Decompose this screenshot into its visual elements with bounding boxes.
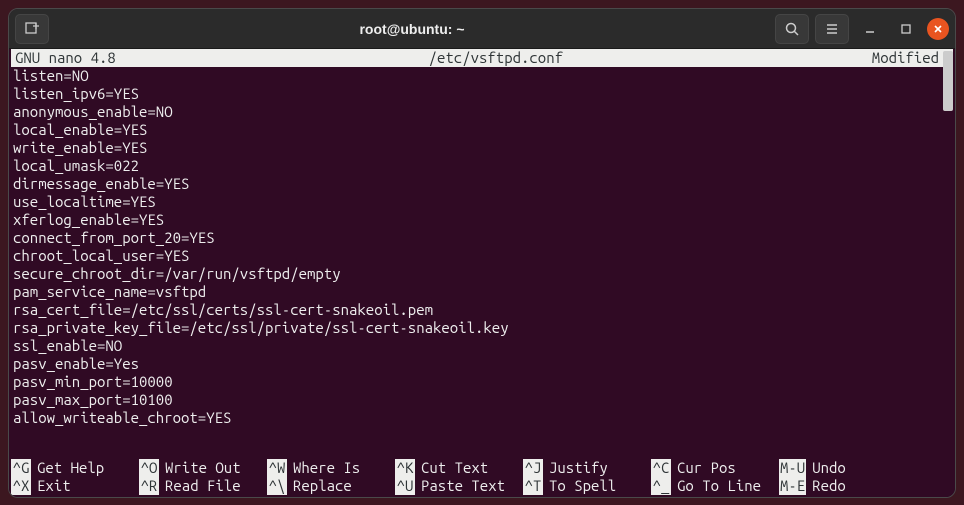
shortcut-label: Exit xyxy=(37,477,71,495)
maximize-icon xyxy=(900,23,912,35)
file-line: pasv_min_port=10000 xyxy=(13,373,951,391)
nano-file-name: /etc/vsftpd.conf xyxy=(120,49,872,67)
shortcut-label: Undo xyxy=(812,459,846,477)
shortcut: M-U Undo xyxy=(779,459,907,477)
shortcut-label: To Spell xyxy=(549,477,616,495)
search-button[interactable] xyxy=(775,14,809,44)
nano-shortcuts: ^G Get Help ^O Write Out ^W Where Is ^K Cut Tex… xyxy=(11,459,953,495)
shortcut: ^X Exit xyxy=(11,477,139,495)
shortcut-label: Redo xyxy=(812,477,846,495)
shortcut-key: ^W xyxy=(267,459,287,477)
close-button[interactable] xyxy=(927,18,949,40)
shortcut-key: ^J xyxy=(523,459,543,477)
shortcut-label: Cut Text xyxy=(421,459,488,477)
shortcut: ^K Cut Text xyxy=(395,459,523,477)
shortcut-label: Paste Text xyxy=(421,477,505,495)
file-line: pam_service_name=vsftpd xyxy=(13,283,951,301)
file-line: xferlog_enable=YES xyxy=(13,211,951,229)
shortcut-label: Replace xyxy=(293,477,352,495)
shortcut-key: M-E xyxy=(779,477,806,495)
minimize-icon xyxy=(864,23,876,35)
file-line: dirmessage_enable=YES xyxy=(13,175,951,193)
shortcut: ^R Read File xyxy=(139,477,267,495)
terminal-area[interactable]: GNU nano 4.8 /etc/vsftpd.conf Modified l… xyxy=(9,49,955,497)
file-line: listen=NO xyxy=(13,67,951,85)
file-line: local_enable=YES xyxy=(13,121,951,139)
shortcut: ^C Cur Pos xyxy=(651,459,779,477)
file-line: use_localtime=YES xyxy=(13,193,951,211)
shortcut-label: Justify xyxy=(549,459,608,477)
file-line: allow_writeable_chroot=YES xyxy=(13,409,951,427)
hamburger-icon xyxy=(824,21,840,37)
shortcut-key: ^U xyxy=(395,477,415,495)
shortcut-key: ^X xyxy=(11,477,31,495)
shortcut-key: ^K xyxy=(395,459,415,477)
shortcut-key: ^_ xyxy=(651,477,671,495)
shortcut: M-E Redo xyxy=(779,477,907,495)
scrollbar-thumb[interactable] xyxy=(943,51,953,111)
shortcut: ^T To Spell xyxy=(523,477,651,495)
shortcut: ^U Paste Text xyxy=(395,477,523,495)
window-title: root@ubuntu: ~ xyxy=(55,21,769,37)
terminal-window: root@ubuntu: ~ GNU nano 4.8 /etc/vsftpd.… xyxy=(8,8,956,498)
shortcut-key: M-U xyxy=(779,459,806,477)
file-line: pasv_max_port=10100 xyxy=(13,391,951,409)
file-line: chroot_local_user=YES xyxy=(13,247,951,265)
shortcut: ^O Write Out xyxy=(139,459,267,477)
new-tab-button[interactable] xyxy=(15,14,49,44)
file-line: rsa_private_key_file=/etc/ssl/private/ss… xyxy=(13,319,951,337)
menu-button[interactable] xyxy=(815,14,849,44)
maximize-button[interactable] xyxy=(891,15,921,43)
shortcut-key: ^\ xyxy=(267,477,287,495)
shortcut-key: ^C xyxy=(651,459,671,477)
nano-app-name: GNU nano 4.8 xyxy=(11,49,120,67)
nano-status: Modified xyxy=(872,49,953,67)
shortcut-label: Where Is xyxy=(293,459,360,477)
shortcut-key: ^R xyxy=(139,477,159,495)
shortcut-label: Go To Line xyxy=(677,477,761,495)
close-icon xyxy=(933,24,943,34)
file-content[interactable]: listen=NOlisten_ipv6=YESanonymous_enable… xyxy=(11,67,953,427)
shortcut: ^G Get Help xyxy=(11,459,139,477)
shortcut-label: Read File xyxy=(165,477,241,495)
nano-header: GNU nano 4.8 /etc/vsftpd.conf Modified xyxy=(11,49,953,67)
shortcut: ^_ Go To Line xyxy=(651,477,779,495)
shortcut-key: ^G xyxy=(11,459,31,477)
file-line: rsa_cert_file=/etc/ssl/certs/ssl-cert-sn… xyxy=(13,301,951,319)
file-line: secure_chroot_dir=/var/run/vsftpd/empty xyxy=(13,265,951,283)
file-line: write_enable=YES xyxy=(13,139,951,157)
file-line: connect_from_port_20=YES xyxy=(13,229,951,247)
shortcut: ^\ Replace xyxy=(267,477,395,495)
shortcut-key: ^O xyxy=(139,459,159,477)
file-line: local_umask=022 xyxy=(13,157,951,175)
shortcut-label: Write Out xyxy=(165,459,241,477)
file-line: listen_ipv6=YES xyxy=(13,85,951,103)
titlebar: root@ubuntu: ~ xyxy=(9,9,955,49)
file-line: pasv_enable=Yes xyxy=(13,355,951,373)
shortcut-label: Get Help xyxy=(37,459,104,477)
shortcut-key: ^T xyxy=(523,477,543,495)
minimize-button[interactable] xyxy=(855,15,885,43)
search-icon xyxy=(784,21,800,37)
shortcut: ^W Where Is xyxy=(267,459,395,477)
file-line: ssl_enable=NO xyxy=(13,337,951,355)
shortcut-label: Cur Pos xyxy=(677,459,736,477)
shortcut: ^J Justify xyxy=(523,459,651,477)
file-line: anonymous_enable=NO xyxy=(13,103,951,121)
